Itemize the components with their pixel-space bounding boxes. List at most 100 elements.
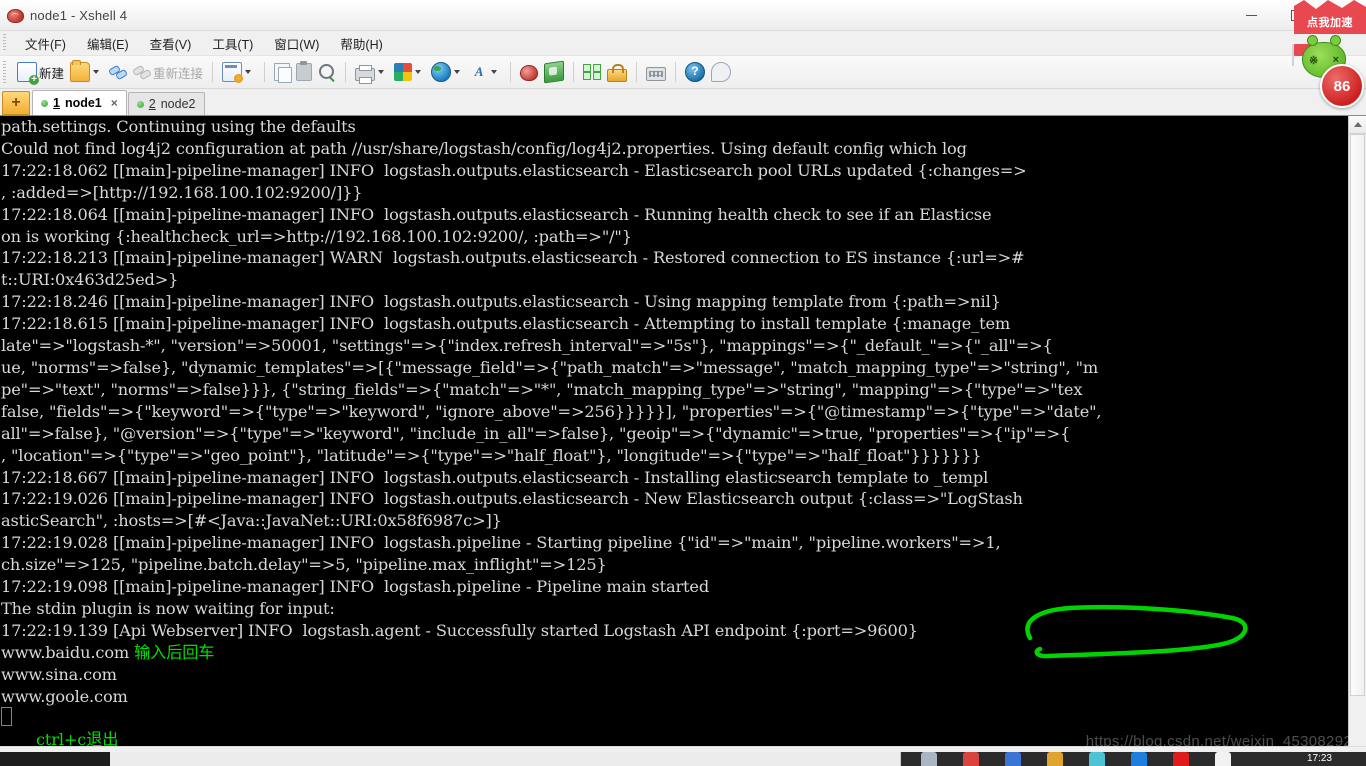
window-controls <box>1228 0 1366 30</box>
new-session-label: 新建 <box>39 66 65 81</box>
session-properties-button[interactable] <box>219 59 258 85</box>
tab-close-icon[interactable]: × <box>111 96 118 110</box>
reconnect-label: 重新连接 <box>153 66 204 81</box>
paste-button[interactable] <box>293 59 315 85</box>
taskbar-icon-2[interactable] <box>963 752 979 766</box>
maximize-button[interactable] <box>1274 0 1320 30</box>
chevron-down-icon[interactable] <box>454 70 461 74</box>
xshell-logo-icon <box>6 6 24 24</box>
tab-label: node1 <box>64 96 102 110</box>
toolbar-divider <box>510 62 512 82</box>
menu-window[interactable]: 窗口(W) <box>265 32 328 55</box>
terminal-output: path.settings. Continuing using the defa… <box>1 117 1102 746</box>
chat-icon <box>711 62 732 82</box>
keyboard-icon <box>646 66 667 81</box>
paste-icon <box>296 61 313 81</box>
chevron-down-icon[interactable] <box>491 70 498 74</box>
taskbar-icon-5[interactable] <box>1089 752 1105 766</box>
open-session-button[interactable] <box>67 59 106 85</box>
disconnect-icon <box>132 63 153 81</box>
properties-icon <box>222 62 244 83</box>
new-session-icon <box>17 62 39 85</box>
chevron-down-icon[interactable] <box>93 70 100 74</box>
connect-button[interactable] <box>106 59 130 85</box>
toolbar-divider <box>636 62 638 82</box>
folder-open-icon <box>70 60 91 82</box>
taskbar-icon-4[interactable] <box>1047 752 1063 766</box>
taskbar-active-window[interactable] <box>110 752 901 766</box>
palette-icon <box>394 63 413 81</box>
terminal-screen[interactable]: path.settings. Continuing using the defa… <box>0 116 1348 746</box>
web-button[interactable] <box>428 59 467 85</box>
toolbar-divider <box>345 62 347 82</box>
maximize-icon <box>1291 7 1304 21</box>
arrange-windows-button[interactable] <box>580 59 604 85</box>
compose-bar-button[interactable] <box>643 59 669 85</box>
toolbar-divider <box>573 62 575 82</box>
taskbar: 17:23 <box>0 752 1366 766</box>
xftp-icon <box>544 60 565 84</box>
font-icon: A <box>474 64 484 79</box>
tab-node2[interactable]: 2 node2 <box>127 92 205 115</box>
copy-icon <box>274 63 293 83</box>
tab-number: 2 <box>148 97 156 111</box>
close-icon <box>1337 9 1349 21</box>
window-title: node1 - Xshell 4 <box>30 7 128 23</box>
taskbar-icon-7[interactable] <box>1173 752 1189 766</box>
toolbar: 新建 重新连接 <box>0 56 1366 89</box>
tab-number: 1 <box>53 96 60 110</box>
chevron-down-icon[interactable] <box>378 70 385 74</box>
tab-bar: + 1 node1 × 2 node2 <box>0 89 1366 116</box>
print-button[interactable] <box>352 59 391 85</box>
lock-button[interactable] <box>604 59 630 85</box>
connect-icon <box>108 63 129 81</box>
arrange-icon <box>583 63 602 81</box>
search-icon <box>318 63 336 81</box>
font-size-button[interactable]: A <box>467 59 504 85</box>
taskbar-icon-3[interactable] <box>1005 752 1021 766</box>
new-session-button[interactable]: 新建 <box>14 59 67 85</box>
menu-view[interactable]: 查看(V) <box>141 32 201 55</box>
taskbar-icon-8[interactable] <box>1215 752 1231 766</box>
terminal-scrollbar[interactable] <box>1348 116 1366 746</box>
terminal-area: path.settings. Continuing using the defa… <box>0 116 1366 746</box>
reconnect-button[interactable]: 重新连接 <box>130 59 206 85</box>
scroll-up-button[interactable] <box>1349 116 1366 134</box>
toolbar-divider <box>264 62 266 82</box>
menu-file[interactable]: 文件(F) <box>16 32 75 55</box>
chevron-down-icon[interactable] <box>245 70 252 74</box>
color-scheme-button[interactable] <box>391 59 428 85</box>
copy-button[interactable] <box>271 59 293 85</box>
close-button[interactable] <box>1320 0 1366 30</box>
tab-label: node2 <box>160 97 196 111</box>
scrollbar-thumb[interactable] <box>1350 134 1365 696</box>
xshell-window: node1 - Xshell 4 文件(F) 编辑(E) 查看(V) 工具(T)… <box>0 0 1366 766</box>
help-icon: ? <box>685 62 706 82</box>
feedback-button[interactable] <box>708 59 734 85</box>
toolbar-divider <box>675 62 677 82</box>
start-button[interactable] <box>0 752 110 766</box>
tab-node1[interactable]: 1 node1 × <box>32 90 127 115</box>
menu-help[interactable]: 帮助(H) <box>331 32 391 55</box>
taskbar-icons: 17:23 <box>901 752 1366 766</box>
taskbar-clock[interactable]: 17:23 <box>1307 752 1366 766</box>
xshell-icon <box>520 65 539 81</box>
new-xshell-button[interactable] <box>517 59 541 85</box>
taskbar-icon-6[interactable] <box>1131 752 1147 766</box>
globe-icon <box>431 62 452 82</box>
connection-status-icon <box>136 100 144 108</box>
new-tab-button[interactable]: + <box>2 91 30 115</box>
help-button[interactable]: ? <box>682 59 708 85</box>
minimize-icon <box>1245 14 1257 16</box>
menu-tools[interactable]: 工具(T) <box>203 32 262 55</box>
connection-status-icon <box>41 99 48 107</box>
find-button[interactable] <box>315 59 339 85</box>
taskbar-icon-1[interactable] <box>921 752 937 766</box>
new-xftp-button[interactable] <box>541 59 567 85</box>
chevron-up-icon <box>1353 122 1362 127</box>
minimize-button[interactable] <box>1228 0 1274 30</box>
menu-edit[interactable]: 编辑(E) <box>78 32 138 55</box>
toolbar-divider <box>212 62 214 82</box>
chevron-down-icon[interactable] <box>415 70 422 74</box>
menu-bar: 文件(F) 编辑(E) 查看(V) 工具(T) 窗口(W) 帮助(H) <box>0 31 1366 56</box>
